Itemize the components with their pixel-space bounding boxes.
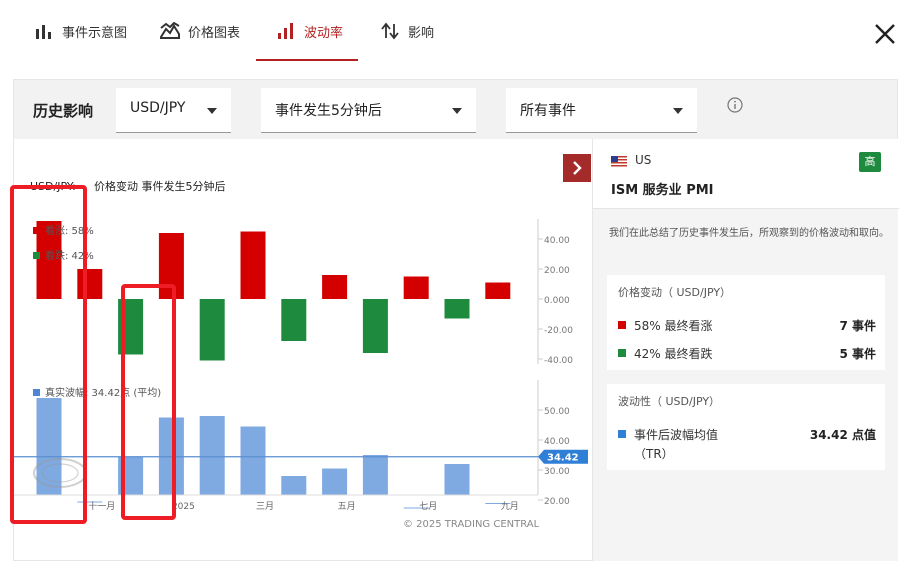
avg-range-row: 事件后波幅均值 （TR） 34.42 点值 — [618, 426, 876, 466]
us-flag-icon — [611, 156, 627, 167]
chart-header-text: 价格变动 事件发生5分钟后 — [94, 179, 226, 193]
tr-average-value: 34.42 — [547, 453, 579, 464]
bullish-label: 58% 最终看涨 — [634, 319, 713, 333]
true-range-bar — [444, 464, 470, 495]
upper-y-tick-label: -20.00 — [544, 326, 573, 336]
event-title: ISM 服务业 PMI — [611, 183, 714, 198]
x-tick-label: 五月 — [338, 501, 356, 512]
chevron-down-icon — [673, 108, 683, 114]
price-change-bar — [362, 299, 388, 353]
x-tick-label: 九月 — [501, 501, 519, 512]
x-tick-label: 十一月 — [88, 500, 115, 512]
tab-price-chart[interactable]: 价格图表 — [160, 22, 240, 62]
x-tick-label: 七月 — [419, 501, 437, 512]
chevron-down-icon — [207, 108, 217, 114]
tab-bar: 事件示意图 价格图表 波动率 影响 — [0, 0, 915, 62]
upper-y-tick-label: 20.00 — [544, 266, 570, 276]
event-summary-sidebar: US ISM 服务业 PMI 高 我们在此总结了历史事件发生后，所观察到的价格波… — [592, 139, 899, 561]
copyright-text: © 2025 TRADING CENTRAL — [403, 519, 540, 530]
chevron-right-icon — [573, 161, 582, 175]
lower-y-tick-label: 30.00 — [544, 467, 570, 477]
avg-range-sublabel: （TR） — [634, 447, 674, 461]
tab-label: 波动率 — [304, 26, 344, 41]
true-range-bar — [199, 416, 225, 495]
volatility-card: 波动性（ USD/JPY） 事件后波幅均值 （TR） 34.42 点值 — [607, 384, 885, 470]
x-tick-label: 三月 — [256, 501, 274, 512]
avg-range-label: 事件后波幅均值 — [634, 428, 719, 442]
collapse-sidebar-button[interactable] — [563, 154, 591, 182]
tr-average-marker: 34.42 — [538, 449, 588, 464]
currency-pair-select[interactable]: USD/JPY — [116, 88, 231, 133]
upper-y-tick-label: 40.00 — [544, 236, 570, 246]
price-change-bar — [444, 299, 470, 319]
annotation-box — [121, 284, 176, 520]
true-range-bar — [322, 468, 348, 495]
lower-y-tick-label: 40.00 — [544, 437, 570, 447]
bar-chart-icon — [36, 25, 51, 39]
bearish-swatch — [618, 349, 626, 357]
impact-badge: 高 — [859, 152, 881, 172]
select-value: 事件发生5分钟后 — [275, 103, 382, 119]
avg-range-swatch — [618, 430, 626, 438]
lower-y-tick-label: 20.00 — [544, 497, 570, 507]
up-down-arrows-icon — [381, 22, 399, 40]
price-card-title: 价格变动（ USD/JPY） — [618, 286, 732, 299]
tab-impact[interactable]: 影响 — [380, 22, 434, 62]
price-change-bar — [199, 299, 225, 361]
chevron-down-icon — [452, 108, 462, 114]
avg-range-value: 34.42 点值 — [809, 428, 876, 442]
upper-y-tick-label: 0.000 — [544, 296, 570, 306]
tab-event-diagram[interactable]: 事件示意图 — [34, 22, 127, 62]
summary-text: 我们在此总结了历史事件发生后，所观察到的价格波动和取向。 — [609, 228, 889, 239]
tab-volatility[interactable]: 波动率 — [276, 22, 343, 62]
tab-label: 影响 — [408, 26, 435, 41]
price-change-card: 价格变动（ USD/JPY） 58% 最终看涨 7 事件 42% 最终看跌 5 … — [607, 275, 885, 370]
bullish-count: 7 事件 — [839, 319, 876, 333]
annotation-box — [10, 185, 87, 524]
select-value: USD/JPY — [130, 100, 186, 116]
lower-y-tick-label: 50.00 — [544, 407, 570, 417]
select-value: 所有事件 — [520, 103, 576, 119]
price-change-bar — [322, 275, 348, 299]
active-tab-underline — [256, 59, 358, 61]
price-change-bar — [485, 282, 511, 299]
bearish-label: 42% 最终看跌 — [634, 347, 713, 361]
true-range-bar — [240, 426, 266, 495]
volatility-chart: USD/JPY: 价格变动 事件发生5分钟后 40.0020.000.000-2… — [14, 179, 588, 530]
bullish-swatch — [618, 321, 626, 329]
upper-y-tick-label: -40.00 — [544, 356, 573, 366]
event-header: US ISM 服务业 PMI 高 — [593, 139, 899, 209]
mountain-chart-icon — [160, 22, 180, 39]
event-country: US — [635, 153, 652, 167]
tab-label: 价格图表 — [188, 26, 241, 41]
tab-label: 事件示意图 — [62, 26, 128, 41]
app-window: 事件示意图 价格图表 波动率 影响 历史影响 USD/JPY 事件发生5分钟后 … — [0, 0, 915, 565]
true-range-bar — [362, 455, 388, 495]
vol-card-title: 波动性（ USD/JPY） — [618, 395, 721, 408]
price-change-bar — [403, 276, 429, 299]
info-icon[interactable] — [727, 97, 743, 113]
bearish-count: 5 事件 — [839, 347, 876, 361]
true-range-bar — [281, 476, 307, 495]
section-title: 历史影响 — [33, 102, 94, 120]
close-icon[interactable] — [873, 22, 897, 46]
event-scope-select[interactable]: 所有事件 — [506, 88, 697, 133]
time-window-select[interactable]: 事件发生5分钟后 — [261, 88, 476, 133]
chart-area: USD/JPY: 价格变动 事件发生5分钟后 40.00 20.00 0.000 -2… — [14, 140, 591, 561]
filter-bar: 历史影响 USD/JPY 事件发生5分钟后 所有事件 — [14, 80, 897, 139]
price-change-bar — [281, 299, 307, 341]
volatility-icon — [278, 23, 293, 39]
price-change-bar — [240, 231, 266, 299]
